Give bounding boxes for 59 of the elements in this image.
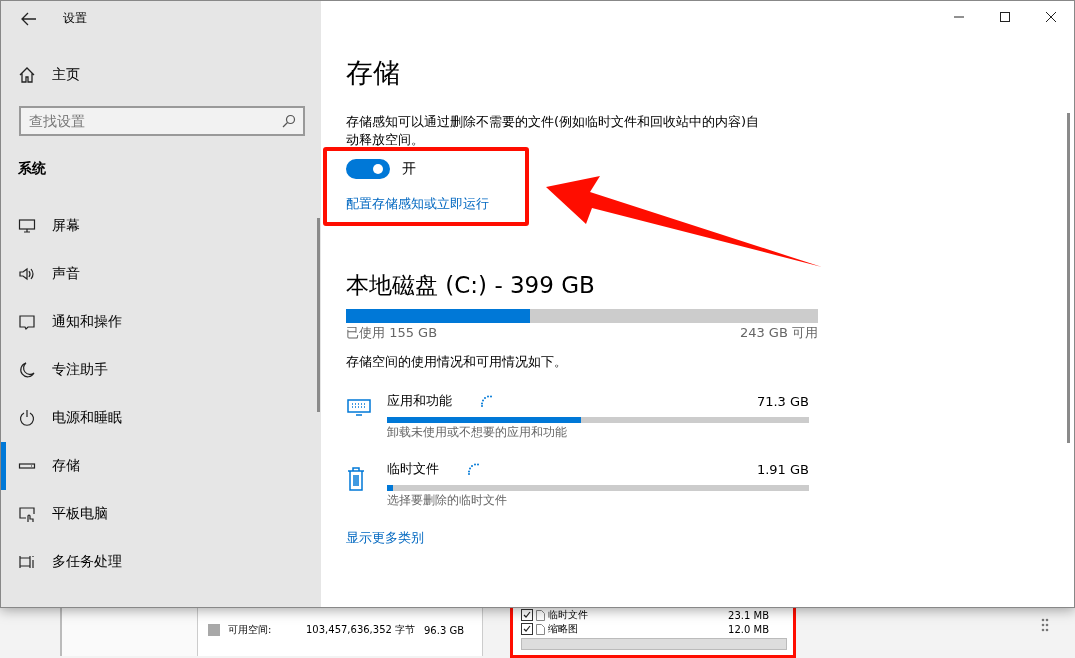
file-size: 12.0 MB xyxy=(728,623,769,635)
horizontal-scrollbar[interactable] xyxy=(521,638,787,650)
message-icon xyxy=(18,313,36,331)
sidebar-item[interactable]: 存储 xyxy=(1,442,313,490)
legend-label: 可用空间: xyxy=(228,623,273,637)
section-heading: 系统 xyxy=(17,159,47,178)
more-categories-link[interactable]: 显示更多类别 xyxy=(346,529,424,547)
monitor-icon xyxy=(18,217,36,235)
category-name[interactable]: 临时文件 xyxy=(387,460,439,478)
multitask-icon xyxy=(18,553,36,571)
category-size: 71.3 GB xyxy=(756,393,809,409)
summary-text: 存储空间的使用情况和可用情况如下。 xyxy=(346,353,568,371)
toggle-label: 开 xyxy=(402,160,416,178)
category-hint: 选择要删除的临时文件 xyxy=(387,492,508,509)
description: 存储感知可以通过删除不需要的文件(例如临时文件和回收站中的内容)自动释放空间。 xyxy=(346,113,761,149)
back-arrow-icon xyxy=(21,11,37,26)
sidebar-item[interactable]: 多任务处理 xyxy=(1,538,313,586)
scrollbar[interactable] xyxy=(317,218,320,412)
file-name: 缩略图 xyxy=(548,622,578,636)
configure-link[interactable]: 配置存储感知或立即运行 xyxy=(346,195,489,213)
category-name[interactable]: 应用和功能 xyxy=(387,392,452,410)
search-icon xyxy=(282,114,296,128)
file-icon xyxy=(536,609,545,621)
tablet-icon xyxy=(18,505,36,523)
moon-icon xyxy=(18,361,36,379)
sidebar-item[interactable]: 专注助手 xyxy=(1,346,313,394)
free-label: 243 GB 可用 xyxy=(739,324,818,342)
power-icon xyxy=(18,409,36,427)
maximize-icon xyxy=(999,11,1011,23)
disk-title: 本地磁盘 (C:) - 399 GB xyxy=(346,271,596,300)
home-icon xyxy=(18,66,36,84)
sidebar-item[interactable]: 电源和睡眠 xyxy=(1,394,313,442)
used-label: 已使用 155 GB xyxy=(346,324,438,342)
category-size: 1.91 GB xyxy=(756,461,809,477)
close-icon xyxy=(1045,11,1057,23)
checkbox[interactable] xyxy=(521,623,533,635)
trash-icon xyxy=(347,467,365,491)
category-hint: 卸载未使用或不想要的应用和功能 xyxy=(387,424,568,441)
legend-bytes: 103,457,636,352 字节 xyxy=(306,623,417,637)
sidebar-item[interactable]: 平板电脑 xyxy=(1,490,313,538)
sidebar-item[interactable]: 通知和操作 xyxy=(1,298,313,346)
keyboard-monitor-icon xyxy=(347,399,371,417)
sidebar-item[interactable]: 屏幕 xyxy=(1,202,313,250)
speaker-icon xyxy=(18,265,36,283)
page-title: 存储 xyxy=(346,56,401,90)
file-name: 临时文件 xyxy=(548,608,588,622)
search-field[interactable]: 查找设置 xyxy=(19,106,305,136)
checkbox[interactable] xyxy=(521,609,533,621)
home-item[interactable]: 主页 xyxy=(1,56,321,94)
scrollbar[interactable] xyxy=(1067,113,1070,443)
file-size: 23.1 MB xyxy=(728,609,769,621)
loading-spinner-icon xyxy=(480,395,492,407)
window-title: 设置 xyxy=(63,10,87,27)
grip-icon[interactable] xyxy=(1041,618,1049,632)
legend-size: 96.3 GB xyxy=(424,624,465,636)
toggle-switch[interactable] xyxy=(346,159,390,179)
loading-spinner-icon xyxy=(467,463,479,475)
sidebar-item[interactable]: 声音 xyxy=(1,250,313,298)
file-icon xyxy=(536,623,545,635)
